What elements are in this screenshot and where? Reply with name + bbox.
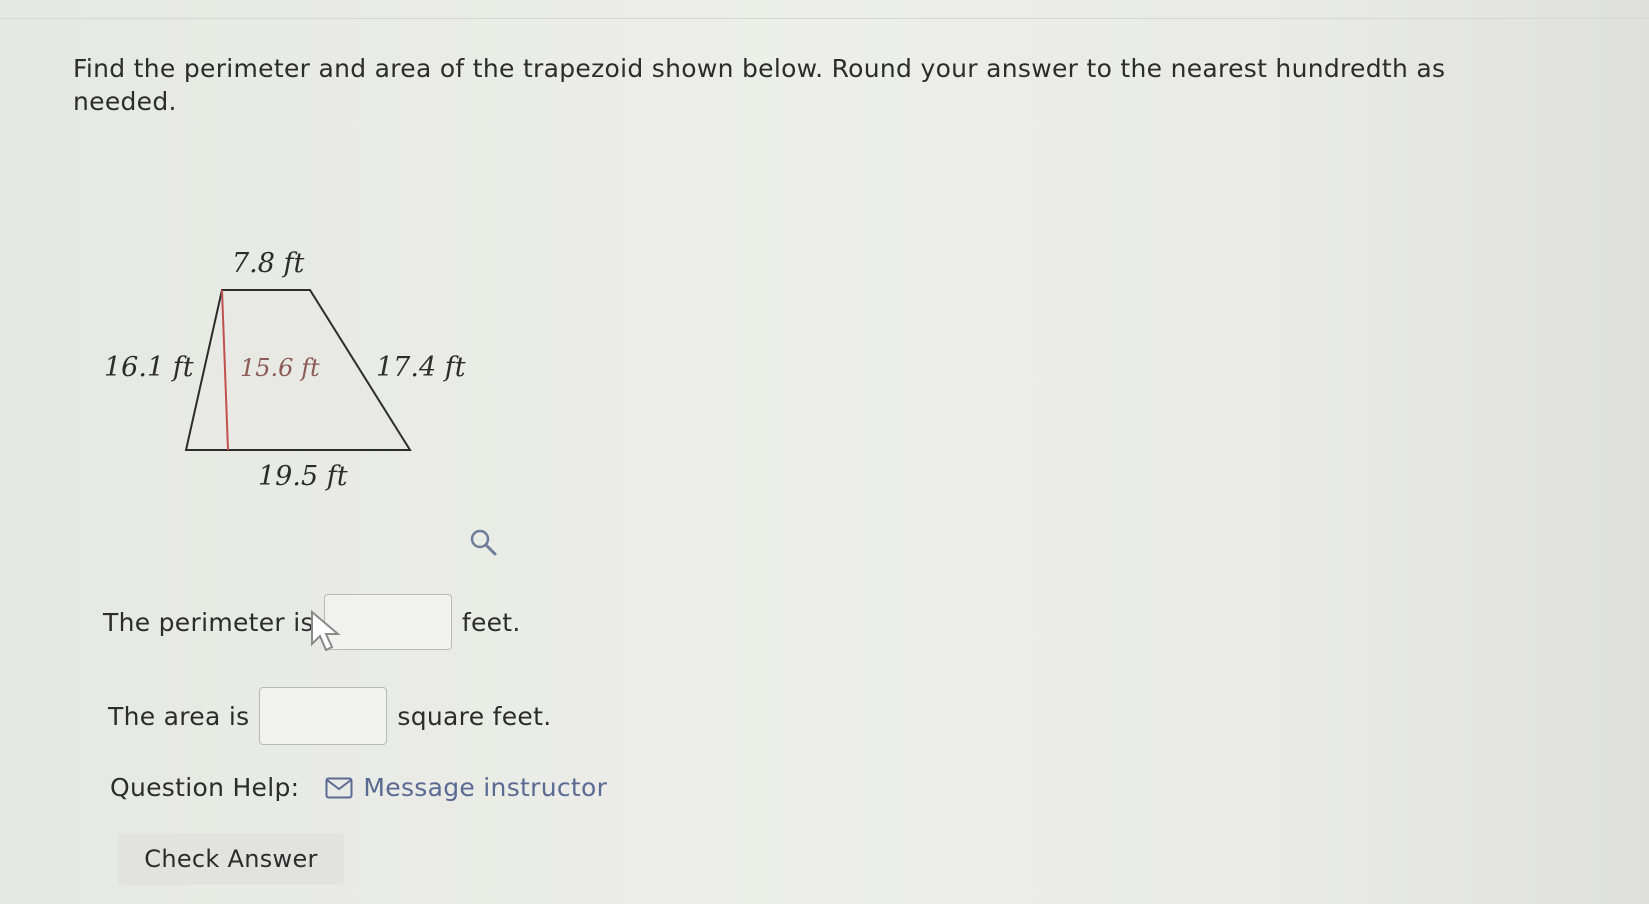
area-row: The area is square feet. bbox=[108, 687, 551, 745]
perimeter-prefix: The perimeter is bbox=[103, 607, 314, 637]
label-right-side: 17.4 ft bbox=[376, 352, 466, 383]
help-label: Question Help: bbox=[110, 773, 300, 802]
top-divider bbox=[0, 18, 1649, 19]
message-instructor-link[interactable]: Message instructor bbox=[363, 773, 607, 802]
check-answer-button[interactable]: Check Answer bbox=[118, 833, 344, 885]
magnifier-icon[interactable] bbox=[468, 527, 498, 557]
area-suffix: square feet. bbox=[397, 701, 552, 731]
question-help: Question Help: Message instructor bbox=[110, 773, 607, 802]
label-left-side: 16.1 ft bbox=[104, 352, 194, 383]
area-input[interactable] bbox=[259, 687, 388, 745]
trapezoid-diagram: 7.8 ft 16.1 ft 15.6 ft 17.4 ft 19.5 ft bbox=[104, 248, 466, 492]
envelope-icon[interactable] bbox=[325, 777, 353, 799]
area-prefix: The area is bbox=[108, 701, 250, 731]
label-top-base: 7.8 ft bbox=[232, 248, 305, 279]
mouse-pointer-icon bbox=[310, 609, 346, 654]
label-height: 15.6 ft bbox=[240, 354, 320, 382]
trapezoid-figure: 7.8 ft 16.1 ft 15.6 ft 17.4 ft 19.5 ft bbox=[90, 240, 490, 520]
perimeter-suffix: feet. bbox=[461, 607, 521, 637]
label-bottom-base: 19.5 ft bbox=[258, 461, 348, 492]
question-prompt: Find the perimeter and area of the trape… bbox=[73, 54, 1446, 116]
